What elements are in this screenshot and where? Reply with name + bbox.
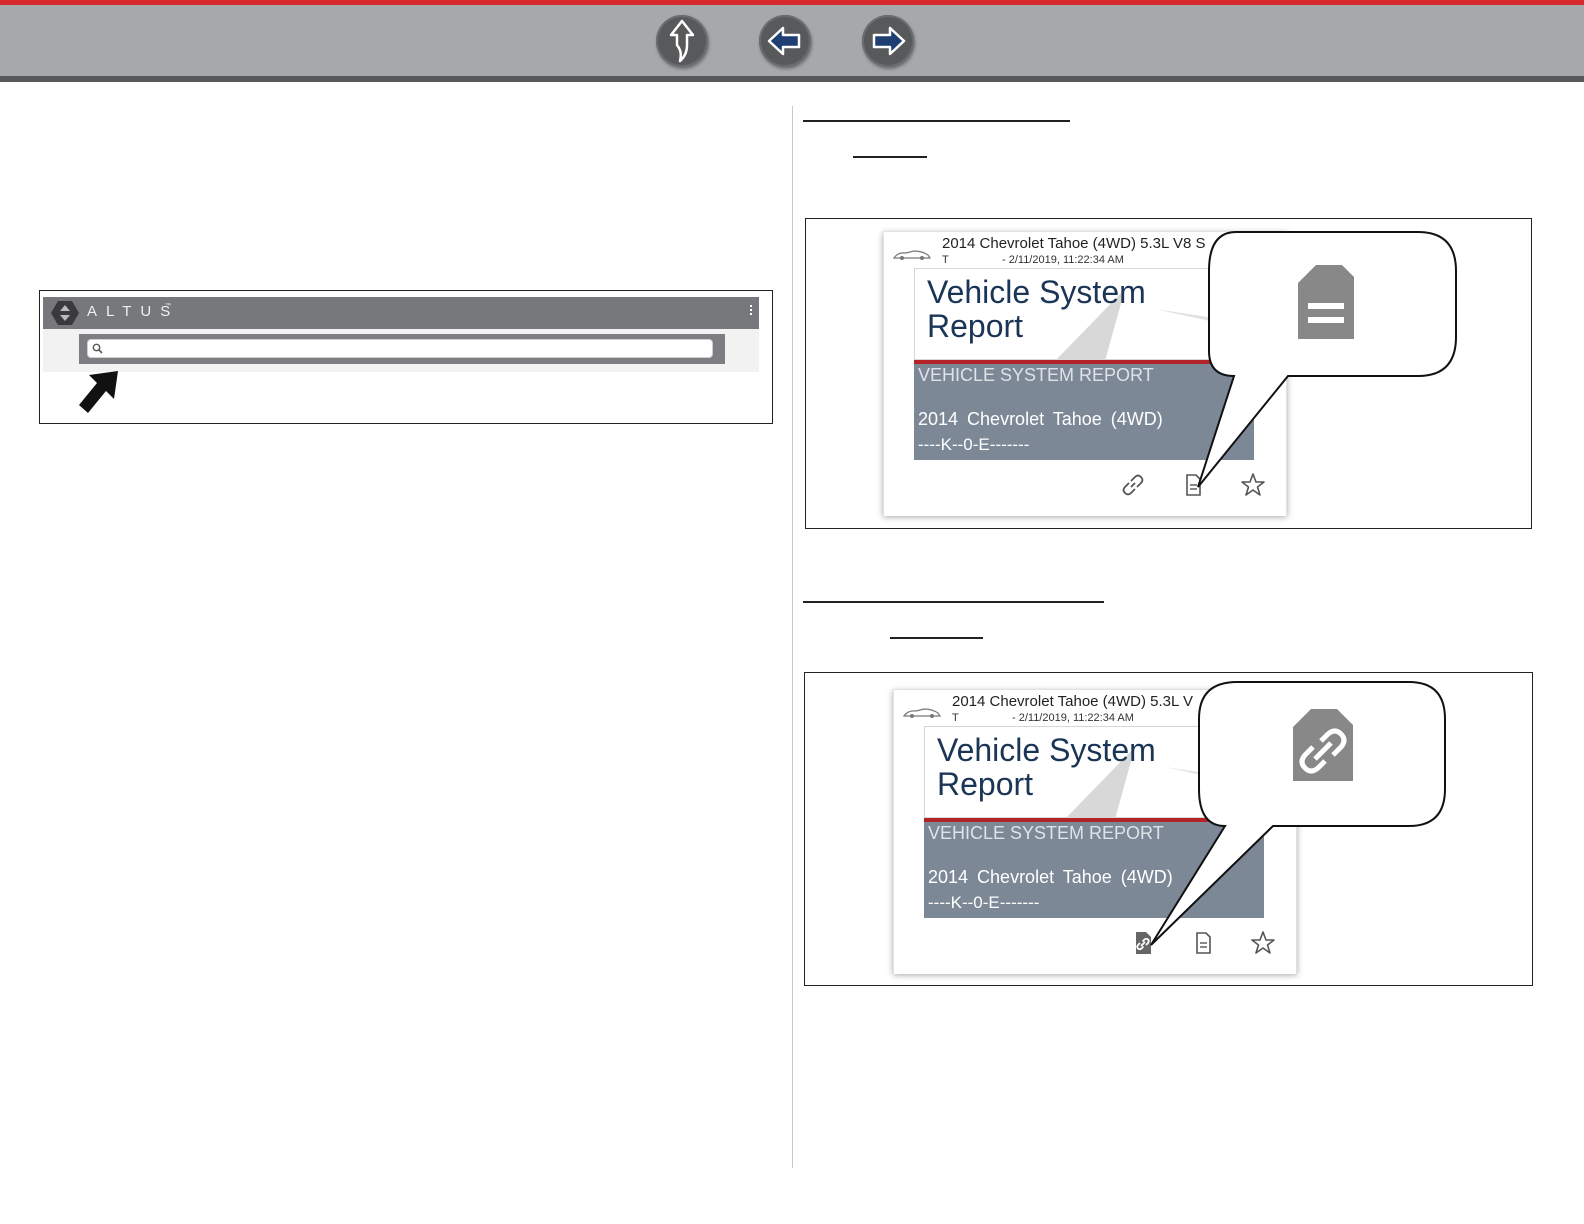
more-options-icon[interactable] (749, 305, 753, 319)
vehicle-thumbnail-icon (892, 250, 932, 260)
technician-label: T (942, 254, 949, 266)
shared-link-icon-large (1293, 709, 1353, 781)
technician-label: T (952, 712, 959, 724)
report-date: - 2/11/2019, 11:22:34 AM (1002, 254, 1124, 266)
link-icon (1122, 474, 1144, 496)
up-arrow-icon (669, 19, 695, 63)
report-heading: Vehicle System Report (927, 274, 1146, 344)
link-button[interactable] (1118, 470, 1148, 500)
up-button[interactable] (656, 15, 708, 67)
report-heading: Vehicle System Report (937, 732, 1156, 802)
back-button[interactable] (759, 15, 811, 67)
link-underline (890, 637, 983, 639)
trademark-mark: ™ (165, 303, 171, 309)
document-icon-large (1298, 265, 1354, 339)
search-strip (79, 334, 725, 364)
report-card-figure-shared-link: 2014 Chevrolet Tahoe (4WD) 5.3L V T - 2/… (804, 672, 1533, 986)
section-heading-rule (803, 120, 1070, 122)
toolbar-bottom-stripe (0, 76, 1584, 82)
link-underline (853, 156, 927, 158)
vehicle-thumbnail-icon (902, 708, 942, 718)
toolbar-accent-stripe (0, 0, 1584, 5)
vehicle-model: 2014 Chevrolet Tahoe (4WD) (928, 867, 1173, 887)
altus-header-bar: ALTUS ™ (43, 297, 759, 329)
report-caps-title: VEHICLE SYSTEM REPORT (918, 365, 1154, 385)
navigation-toolbar (0, 0, 1584, 82)
pointer-arrow-icon (79, 371, 118, 413)
vehicle-vin: ----K--0-E------- (928, 893, 1040, 912)
search-icon (92, 343, 103, 354)
report-date: - 2/11/2019, 11:22:34 AM (1012, 712, 1134, 724)
section-heading-rule (803, 601, 1104, 603)
right-arrow-icon (872, 26, 906, 56)
shared-link-callout (1150, 681, 1446, 946)
left-arrow-icon (767, 26, 801, 56)
altus-search-figure: ALTUS ™ (39, 290, 773, 424)
card-title: 2014 Chevrolet Tahoe (4WD) 5.3L V8 S (942, 235, 1206, 252)
forward-button[interactable] (862, 15, 914, 67)
altus-logo-icon (51, 301, 79, 325)
vehicle-vin: ----K--0-E------- (918, 435, 1030, 454)
document-callout (1197, 231, 1457, 488)
vehicle-model: 2014 Chevrolet Tahoe (4WD) (918, 409, 1163, 429)
column-divider (792, 106, 793, 1168)
search-input[interactable] (87, 339, 713, 358)
report-card-figure-document: 2014 Chevrolet Tahoe (4WD) 5.3L V8 S T -… (805, 218, 1532, 529)
report-caps-title: VEHICLE SYSTEM REPORT (928, 823, 1164, 843)
